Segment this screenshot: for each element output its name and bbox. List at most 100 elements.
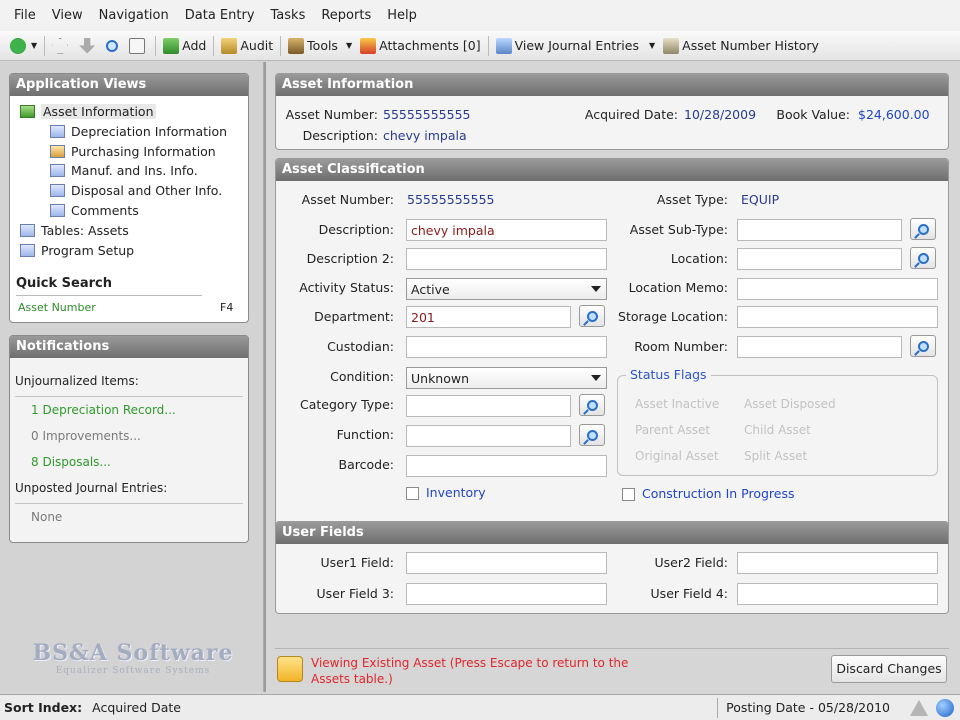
department-input[interactable]: 201	[406, 306, 571, 328]
room-lookup-button[interactable]	[910, 335, 936, 357]
discard-changes-button[interactable]: Discard Changes	[831, 655, 947, 683]
category-type-input[interactable]	[406, 395, 571, 417]
bsa-logo: BS&A Software Equalizer Software Systems	[28, 640, 238, 690]
menu-help[interactable]: Help	[379, 8, 425, 23]
inventory-checkbox[interactable]	[406, 487, 419, 500]
back-arrow-icon	[10, 37, 26, 54]
user1-input[interactable]	[406, 552, 607, 574]
tree-item-disposal[interactable]: Disposal and Other Info.	[50, 183, 222, 198]
tree-item-purchasing[interactable]: Purchasing Information	[50, 144, 216, 159]
history-icon	[663, 37, 680, 54]
globe-icon[interactable]	[936, 698, 954, 717]
audit-icon	[221, 37, 238, 54]
location-memo-label: Location Memo:	[628, 280, 728, 295]
search-icon	[586, 310, 598, 322]
sort-index-label: Sort Index:	[4, 700, 83, 715]
asset-history-button[interactable]: Asset Number History	[659, 35, 823, 57]
attachments-button[interactable]: Attachments [0]	[356, 35, 484, 57]
room-number-input[interactable]	[737, 336, 902, 358]
description2-input[interactable]	[406, 248, 607, 270]
unjournalized-label: Unjournalized Items:	[15, 374, 139, 388]
function-input[interactable]	[406, 425, 571, 447]
chevron-down-icon	[591, 286, 601, 292]
menu-view[interactable]: View	[44, 8, 91, 23]
pane-splitter[interactable]	[264, 62, 266, 692]
search-icon	[917, 252, 929, 264]
condition-label: Condition:	[330, 369, 394, 384]
asset-sub-type-input[interactable]	[737, 219, 902, 241]
sub-type-lookup-button[interactable]	[910, 218, 936, 240]
description-input[interactable]: chevy impala	[406, 219, 607, 241]
message-bar: Viewing Existing Asset (Press Escape to …	[275, 648, 949, 688]
toolbar-divider	[487, 35, 489, 56]
user4-label: User Field 4:	[650, 586, 728, 601]
asset-information-section: Asset Information Asset Number: 55555555…	[275, 73, 949, 150]
improvements-link[interactable]: 0 Improvements...	[31, 429, 141, 443]
tree-item-depreciation[interactable]: Depreciation Information	[50, 124, 227, 139]
user3-input[interactable]	[406, 583, 607, 605]
user2-input[interactable]	[737, 552, 938, 574]
grid-icon	[50, 164, 65, 177]
tree-item-program-setup[interactable]: Program Setup	[20, 243, 134, 258]
search-button[interactable]	[102, 35, 125, 57]
menu-tasks[interactable]: Tasks	[263, 8, 314, 23]
main-pane: Asset Information Asset Number: 55555555…	[267, 62, 960, 692]
asset-classification-title: Asset Classification	[276, 159, 948, 181]
user1-label: User1 Field:	[320, 555, 394, 570]
category-lookup-button[interactable]	[579, 394, 605, 416]
menu-data-entry[interactable]: Data Entry	[177, 8, 263, 23]
user4-input[interactable]	[737, 583, 938, 605]
audit-button[interactable]: Audit	[217, 35, 277, 57]
toolbar: ▼ Add Audit Tools ▼ Attachments [0] View …	[0, 31, 960, 61]
print-button[interactable]	[125, 35, 152, 57]
storage-location-input[interactable]	[737, 306, 938, 328]
table-icon	[20, 224, 35, 237]
tree-item-asset-information[interactable]: Asset Information	[20, 104, 156, 119]
checklist-icon	[20, 244, 35, 257]
add-button[interactable]: Add	[159, 35, 210, 57]
barcode-input[interactable]	[406, 455, 607, 477]
tree-item-comments[interactable]: Comments	[50, 203, 139, 218]
department-lookup-button[interactable]	[579, 305, 605, 327]
tree-item-manuf[interactable]: Manuf. and Ins. Info.	[50, 163, 198, 178]
user-fields-section: User Fields User1 Field: User Field 3: U…	[275, 521, 949, 614]
application-views-title: Application Views	[10, 74, 248, 96]
asset-sub-type-label: Asset Sub-Type:	[629, 222, 728, 237]
menu-navigation[interactable]: Navigation	[91, 8, 177, 23]
cls-description-label: Description:	[318, 222, 394, 237]
tree-item-tables-assets[interactable]: Tables: Assets	[20, 223, 129, 238]
view-journal-button[interactable]: View Journal Entries ▼	[492, 35, 660, 57]
barcode-label: Barcode:	[338, 457, 394, 472]
posting-date: Posting Date - 05/28/2010	[726, 700, 890, 715]
chevron-down-icon: ▼	[31, 41, 38, 50]
description-label: Description:	[302, 128, 378, 143]
quick-search-field[interactable]: Asset Number	[18, 301, 96, 314]
search-icon	[106, 39, 119, 52]
application-views-panel: Application Views Asset Information Depr…	[9, 73, 249, 323]
cls-asset-number-value: 55555555555	[407, 192, 495, 207]
back-button[interactable]: ▼	[6, 35, 41, 57]
disposals-link[interactable]: 8 Disposals...	[31, 455, 111, 469]
location-lookup-button[interactable]	[910, 247, 936, 269]
condition-select[interactable]: Unknown	[406, 367, 607, 389]
menu-file[interactable]: File	[6, 8, 44, 23]
activity-status-label: Activity Status:	[299, 280, 394, 295]
status-message: Viewing Existing Asset (Press Escape to …	[311, 656, 629, 686]
chevron-down-icon: ▼	[648, 41, 656, 50]
down-button[interactable]	[75, 35, 102, 57]
location-input[interactable]	[737, 248, 902, 270]
activity-status-select[interactable]: Active	[406, 278, 607, 300]
custodian-input[interactable]	[406, 336, 607, 358]
alert-icon[interactable]	[910, 699, 928, 716]
menu-reports[interactable]: Reports	[313, 8, 379, 23]
flag-asset-inactive: Asset Inactive	[635, 397, 720, 411]
depreciation-record-link[interactable]: 1 Depreciation Record...	[31, 403, 176, 417]
construction-checkbox[interactable]	[622, 488, 635, 501]
function-lookup-button[interactable]	[579, 424, 605, 446]
asset-number-value: 55555555555	[383, 107, 471, 122]
tools-button[interactable]: Tools ▼	[284, 35, 356, 57]
up-button[interactable]	[48, 35, 75, 57]
location-memo-input[interactable]	[737, 278, 938, 300]
construction-label[interactable]: Construction In Progress	[642, 486, 795, 501]
inventory-label[interactable]: Inventory	[426, 485, 486, 500]
